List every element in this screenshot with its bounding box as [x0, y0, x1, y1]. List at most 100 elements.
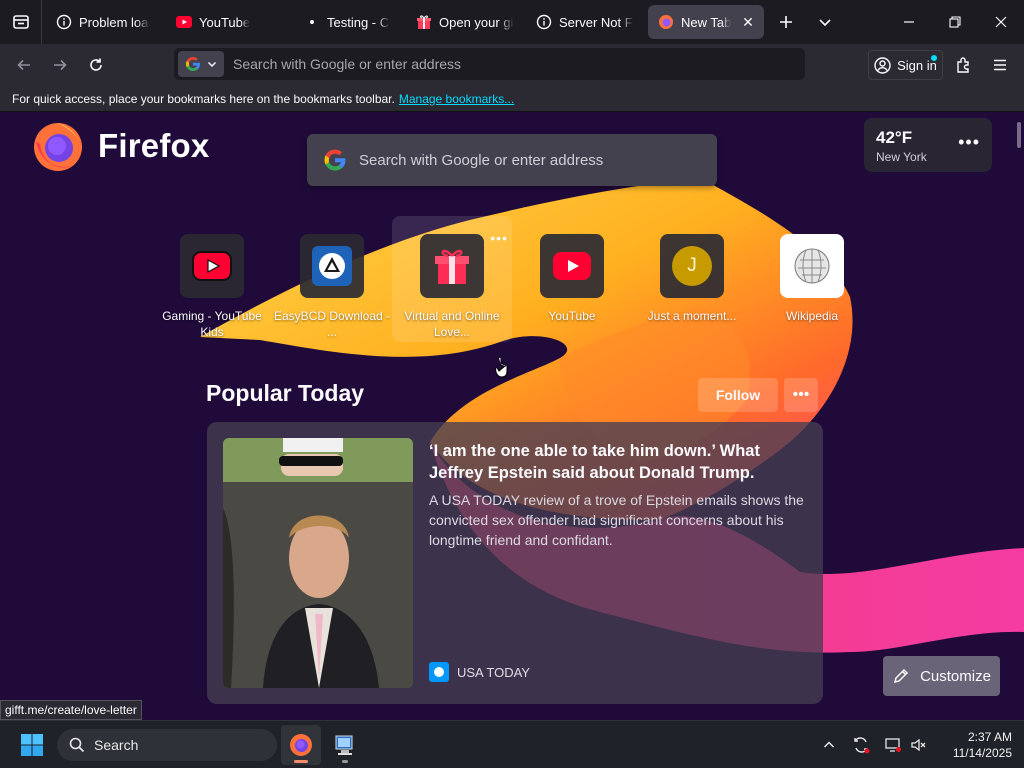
dot-icon — [304, 14, 320, 30]
letter-j-icon: J — [672, 246, 712, 286]
taskbar-firefox[interactable] — [281, 725, 321, 765]
close-tab-icon[interactable]: ✕ — [740, 14, 756, 30]
top-site-label: YouTube — [548, 309, 596, 323]
list-all-tabs-button[interactable] — [810, 7, 840, 37]
customize-button[interactable]: Customize — [883, 656, 1000, 696]
minimize-icon — [904, 21, 914, 23]
running-indicator — [342, 760, 348, 763]
google-icon — [186, 57, 200, 71]
top-site-label: Just a moment... — [647, 309, 737, 323]
top-site-virtual-love[interactable]: ••• Virtual and Online Love... — [392, 216, 512, 342]
search-icon — [69, 737, 85, 753]
gift-icon — [416, 14, 432, 30]
link-status-url: gifft.me/create/love-letter — [0, 700, 142, 720]
firefox-logo-icon — [34, 123, 82, 171]
extensions-button[interactable] — [949, 50, 979, 80]
section-more-options-icon[interactable]: ••• — [784, 378, 818, 412]
top-site-tile — [420, 234, 484, 298]
tab-label: Server Not Found — [559, 14, 634, 30]
start-button[interactable] — [14, 729, 50, 761]
sync-icon — [854, 737, 870, 754]
search-engine-selector[interactable] — [178, 51, 224, 77]
easybcd-icon — [312, 246, 352, 286]
tab-label: Problem loading page — [79, 14, 150, 30]
reload-icon — [90, 58, 102, 71]
windows-taskbar: Search 2:37 AM 11/14/2025 — [0, 720, 1024, 768]
top-site-label: Gaming - YouTube Kids — [162, 309, 262, 339]
weather-widget[interactable]: 42°F New York ••• — [864, 118, 992, 172]
story-headline[interactable]: ‘I am the one able to take him down.’ Wh… — [429, 440, 809, 484]
pencil-icon — [894, 668, 909, 684]
taskbar-search[interactable]: Search — [57, 729, 277, 761]
url-input[interactable] — [233, 56, 805, 72]
weather-more-icon[interactable]: ••• — [958, 132, 980, 153]
restore-button[interactable] — [932, 0, 978, 44]
speaker-muted-icon — [911, 738, 926, 752]
tab-testing[interactable]: Testing - Can You — [294, 5, 400, 39]
info-icon — [536, 14, 552, 30]
firefox-view-button[interactable] — [0, 0, 42, 44]
windows-logo-icon — [21, 734, 43, 756]
top-site-gaming-youtube-kids[interactable]: Gaming - YouTube Kids — [152, 232, 272, 342]
account-icon — [874, 56, 891, 74]
context-menu-icon[interactable]: ••• — [490, 230, 508, 246]
sync-tray-icon[interactable] — [848, 729, 874, 761]
tab-label: Open your gift — [439, 14, 514, 30]
app-menu-button[interactable] — [985, 50, 1015, 80]
navigation-toolbar: Sign in — [0, 44, 1024, 86]
tab-new-tab[interactable]: New Tab ✕ — [648, 5, 764, 39]
follow-button[interactable]: Follow — [698, 378, 778, 412]
top-site-tile — [540, 234, 604, 298]
firefox-brand: Firefox — [32, 118, 209, 174]
system-clock[interactable]: 2:37 AM 11/14/2025 — [936, 729, 1012, 761]
tab-open-gift[interactable]: Open your gift — [406, 5, 524, 39]
story-source: USA TODAY — [429, 662, 530, 682]
close-window-button[interactable] — [978, 0, 1024, 44]
hamburger-menu-icon — [994, 59, 1006, 71]
volume-tray-icon[interactable] — [906, 729, 932, 761]
google-icon — [323, 148, 347, 172]
section-title: Popular Today — [206, 380, 365, 406]
show-hidden-icons-button[interactable] — [816, 729, 842, 761]
forward-button[interactable] — [45, 50, 75, 80]
tab-server-not-found[interactable]: Server Not Found — [526, 5, 644, 39]
top-site-tile — [780, 234, 844, 298]
tab-problem-loading[interactable]: Problem loading page — [46, 5, 160, 39]
story-thumbnail — [223, 438, 413, 688]
top-site-just-a-moment[interactable]: J Just a moment... — [632, 232, 752, 342]
tab-youtube[interactable]: YouTube — [166, 5, 286, 39]
new-tab-search-box[interactable] — [307, 134, 717, 186]
address-bar — [174, 48, 805, 80]
customize-label: Customize — [920, 667, 991, 685]
bookmarks-toolbar: For quick access, place your bookmarks h… — [0, 86, 1024, 112]
sign-in-button[interactable]: Sign in — [868, 50, 943, 80]
letter-j-text: J — [687, 255, 697, 276]
taskbar-app-2[interactable] — [325, 725, 365, 765]
reload-button[interactable] — [81, 50, 111, 80]
story-card[interactable]: ‘I am the one able to take him down.’ Wh… — [207, 422, 823, 704]
top-site-tile — [300, 234, 364, 298]
top-site-wikipedia[interactable]: Wikipedia — [752, 232, 872, 342]
monitor-network-icon — [885, 738, 901, 752]
new-tab-search-input[interactable] — [359, 151, 689, 169]
manage-bookmarks-link[interactable]: Manage bookmarks... — [399, 92, 514, 106]
minimize-button[interactable] — [886, 0, 932, 44]
taskbar-search-label: Search — [94, 737, 139, 753]
weather-location: New York — [876, 150, 927, 164]
tab-label: YouTube — [199, 14, 251, 30]
new-tab-button[interactable] — [771, 7, 801, 37]
top-site-youtube[interactable]: YouTube — [512, 232, 632, 342]
clock-time: 2:37 AM — [967, 730, 1012, 744]
tab-strip: Problem loading page YouTube Testing - C… — [0, 0, 1024, 44]
clock-date: 11/14/2025 — [952, 746, 1012, 760]
page-scrollbar[interactable] — [1017, 122, 1021, 148]
youtube-icon — [553, 252, 591, 280]
back-button[interactable] — [9, 50, 39, 80]
tab-label: Testing - Can You — [327, 14, 390, 30]
youtube-icon — [192, 251, 232, 281]
back-arrow-icon — [17, 59, 30, 71]
top-site-easybcd[interactable]: EasyBCD Download - ... — [272, 232, 392, 342]
close-icon — [995, 16, 1007, 28]
gift-icon — [435, 249, 469, 284]
network-tray-icon[interactable] — [880, 729, 906, 761]
